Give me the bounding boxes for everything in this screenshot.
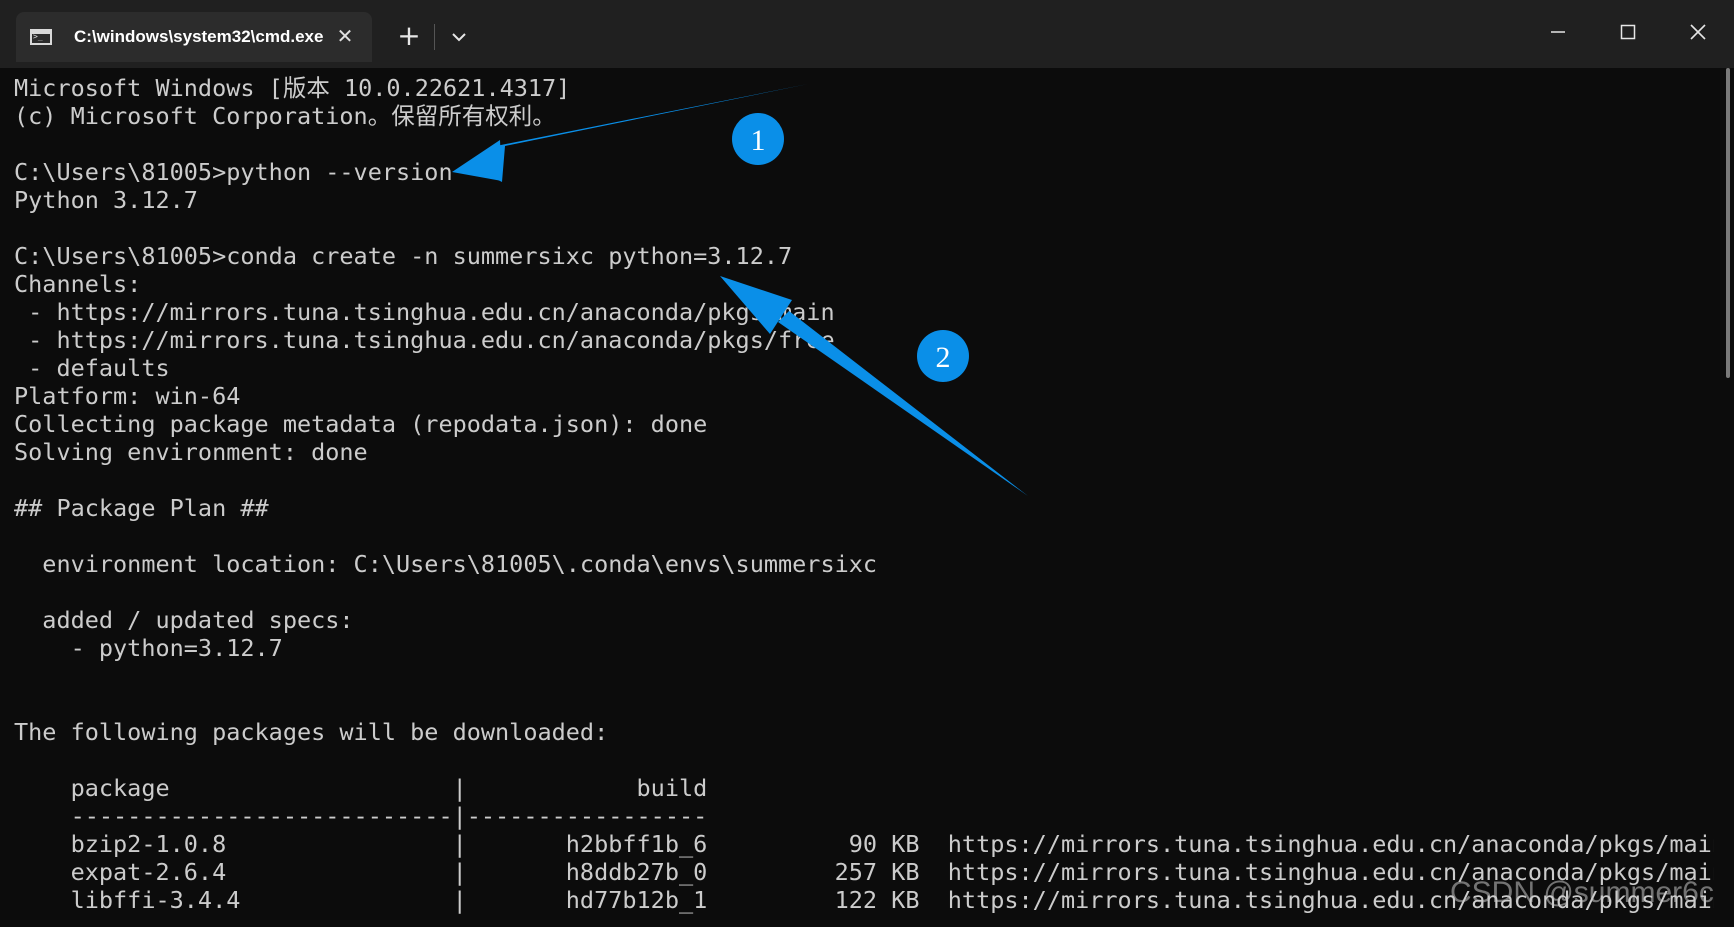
- close-icon: [1690, 24, 1706, 40]
- terminal-line: (c) Microsoft Corporation。保留所有权利。: [14, 102, 556, 130]
- terminal-line: package | build: [14, 774, 708, 802]
- new-tab-button[interactable]: +: [394, 22, 424, 52]
- tab-close-icon[interactable]: ✕: [334, 25, 356, 47]
- terminal-line: ---------------------------|------------…: [14, 802, 708, 830]
- tab-title: C:\windows\system32\cmd.exe: [74, 27, 324, 46]
- terminal-line: ## Package Plan ##: [14, 494, 269, 522]
- terminal-line: Platform: win-64: [14, 382, 241, 410]
- terminal-line: added / updated specs:: [14, 606, 354, 634]
- terminal-icon: [30, 29, 52, 45]
- terminal-line: Solving environment: done: [14, 438, 368, 466]
- terminal-window: C:\windows\system32\cmd.exe ✕ +: [0, 0, 1734, 927]
- title-bar[interactable]: C:\windows\system32\cmd.exe ✕ +: [0, 0, 1734, 68]
- maximize-icon: [1620, 24, 1636, 40]
- terminal-line: C:\Users\81005>conda create -n summersix…: [14, 242, 793, 270]
- terminal-line: - https://mirrors.tuna.tsinghua.edu.cn/a…: [14, 298, 835, 326]
- minimize-icon: [1551, 31, 1565, 33]
- tab-dropdown-button[interactable]: [444, 22, 474, 52]
- maximize-button[interactable]: [1606, 14, 1650, 50]
- terminal-line: Collecting package metadata (repodata.js…: [14, 410, 708, 438]
- terminal-line: The following packages will be downloade…: [14, 718, 609, 746]
- scrollbar[interactable]: [1726, 68, 1730, 378]
- terminal-line: Channels:: [14, 270, 142, 298]
- terminal-line: - python=3.12.7: [14, 634, 283, 662]
- close-window-button[interactable]: [1676, 14, 1720, 50]
- terminal-line: Python 3.12.7: [14, 186, 198, 214]
- terminal-line: - defaults: [14, 354, 170, 382]
- terminal-line: Microsoft Windows [版本 10.0.22621.4317]: [14, 74, 571, 102]
- terminal-line: bzip2-1.0.8 | h2bbff1b_6 90 KB https://m…: [14, 830, 1714, 858]
- tab-cmd[interactable]: C:\windows\system32\cmd.exe ✕: [16, 12, 372, 62]
- tab-divider: [434, 24, 435, 50]
- terminal-line: - https://mirrors.tuna.tsinghua.edu.cn/a…: [14, 326, 835, 354]
- chevron-down-icon: [452, 33, 466, 42]
- plus-icon: +: [397, 19, 421, 52]
- watermark: CSDN @summer6c: [1450, 876, 1714, 909]
- minimize-button[interactable]: [1536, 14, 1580, 50]
- terminal-line: C:\Users\81005>python --version: [14, 158, 453, 186]
- terminal-line: environment location: C:\Users\81005\.co…: [14, 550, 878, 578]
- terminal-output[interactable]: Microsoft Windows [版本 10.0.22621.4317] (c…: [14, 74, 1714, 927]
